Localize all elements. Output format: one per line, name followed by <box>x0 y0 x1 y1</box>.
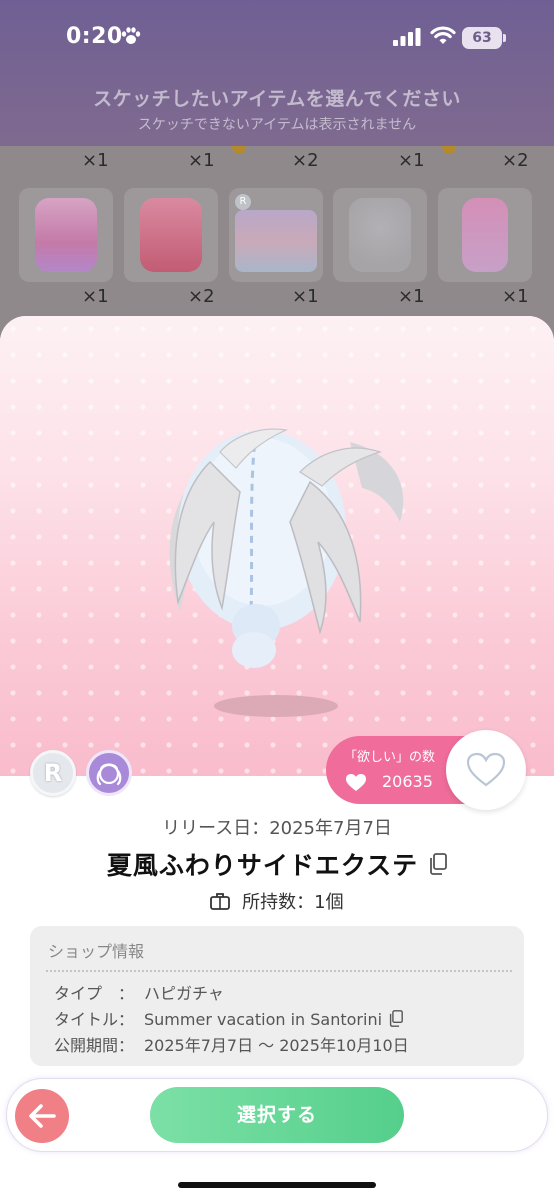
shop-row-value: ハピガチャ <box>144 984 224 1003</box>
wifi-icon <box>430 26 456 44</box>
copy-icon[interactable] <box>429 853 448 875</box>
rainbow-cloud-background-item-icon <box>235 210 317 272</box>
item-count: ×1 <box>292 286 319 307</box>
instruction-main: スケッチしたいアイテムを選んでください <box>93 88 461 110</box>
cellular-signal-icon <box>393 28 421 46</box>
grid-item-tile[interactable]: R <box>229 188 323 282</box>
shop-row-period: 公開期間： 2025年7月7日 ～ 2025年10月10日 <box>54 1032 409 1056</box>
want-count-value: 20635 <box>382 772 433 791</box>
shop-row-key: タイプ ： <box>54 984 135 1003</box>
grid-item-tile[interactable] <box>19 188 113 282</box>
item-count: ×1 <box>398 150 425 171</box>
status-bar: 0:20 63 <box>0 0 554 76</box>
item-title-row: 夏風ふわりサイドエクステ <box>0 846 554 882</box>
owned-count: 所持数：1個 <box>242 892 344 913</box>
header-overlay: 0:20 63 スケッチしたいアイテムを選んでください スケッチできないアイテム… <box>0 0 554 146</box>
instruction-text: スケッチしたいアイテムを選んでください スケッチできないアイテムは表示されません <box>0 84 554 134</box>
item-count: ×2 <box>188 286 215 307</box>
item-count: ×2 <box>502 150 529 171</box>
heart-outline-icon <box>466 752 506 787</box>
shop-info-divider <box>46 970 512 972</box>
release-date: リリース日：2025年7月7日 <box>162 818 392 839</box>
grid-item-tile[interactable] <box>438 188 532 282</box>
item-preview <box>0 316 554 776</box>
battery-indicator: 63 <box>462 27 506 49</box>
shop-row-value: Summer vacation in Santorini <box>144 1010 383 1029</box>
shop-row-key: タイトル： <box>54 1010 135 1029</box>
shop-row-title: タイトル： Summer vacation in Santorini <box>54 1006 404 1030</box>
status-time: 0:20 <box>66 24 123 49</box>
item-count: ×2 <box>292 150 319 171</box>
arrow-left-icon <box>29 1104 56 1128</box>
paw-icon <box>121 27 141 44</box>
battery-level: 63 <box>462 27 502 49</box>
item-count: ×1 <box>82 150 109 171</box>
grid-item-tile[interactable] <box>333 188 427 282</box>
item-count: ×1 <box>188 150 215 171</box>
owned-count-row: 所持数：1個 <box>0 888 554 914</box>
item-detail-sheet: R 「欲しい」の数 20635 リリース日：2025年7月7日 夏風ふわりサイド… <box>0 316 554 1200</box>
action-bar: 選択する <box>6 1078 548 1152</box>
battery-tip <box>503 34 506 42</box>
copy-icon[interactable] <box>389 1010 404 1027</box>
gold-coin-icon <box>442 146 456 154</box>
item-name: 夏風ふわりサイドエクステ <box>106 851 419 880</box>
select-button[interactable]: 選択する <box>150 1087 404 1143</box>
gold-coin-icon <box>232 146 246 154</box>
shop-info-box: ショップ情報 タイプ ： ハピガチャ タイトル： Summer vacation i… <box>30 926 524 1066</box>
hair-category-icon <box>86 750 132 796</box>
shop-row-type: タイプ ： ハピガチャ <box>54 980 224 1004</box>
red-cardigan-item-icon <box>140 198 202 272</box>
instruction-sub: スケッチできないアイテムは表示されません <box>137 117 417 133</box>
shop-row-value: 2025年7月7日 ～ 2025年10月10日 <box>144 1036 409 1055</box>
rarity-label: R <box>43 759 63 787</box>
item-count: ×1 <box>398 286 425 307</box>
hair-extension-item-image <box>169 428 404 717</box>
pink-flip-phone-item-icon <box>462 198 508 272</box>
rarity-badge: R <box>30 750 76 796</box>
grid-item-tile[interactable] <box>124 188 218 282</box>
shop-info-heading: ショップ情報 <box>48 942 145 961</box>
bag-icon <box>210 893 231 910</box>
want-count-label: 「欲しい」の数 <box>344 750 436 765</box>
item-grid: ×1 ×1 ×2 ×1 ×2 R ×1 ×2 ×1 ×1 ×1 <box>0 146 554 336</box>
chain-necklace-item-icon <box>349 198 411 272</box>
shop-row-key: 公開期間： <box>54 1036 135 1055</box>
item-count: ×1 <box>502 286 529 307</box>
rarity-r-icon: R <box>235 194 251 210</box>
back-button[interactable] <box>15 1089 69 1143</box>
home-indicator[interactable] <box>178 1182 376 1188</box>
item-count: ×1 <box>82 286 109 307</box>
favorite-button[interactable] <box>446 730 526 810</box>
heart-icon <box>346 774 366 791</box>
pink-dress-item-icon <box>35 198 97 272</box>
